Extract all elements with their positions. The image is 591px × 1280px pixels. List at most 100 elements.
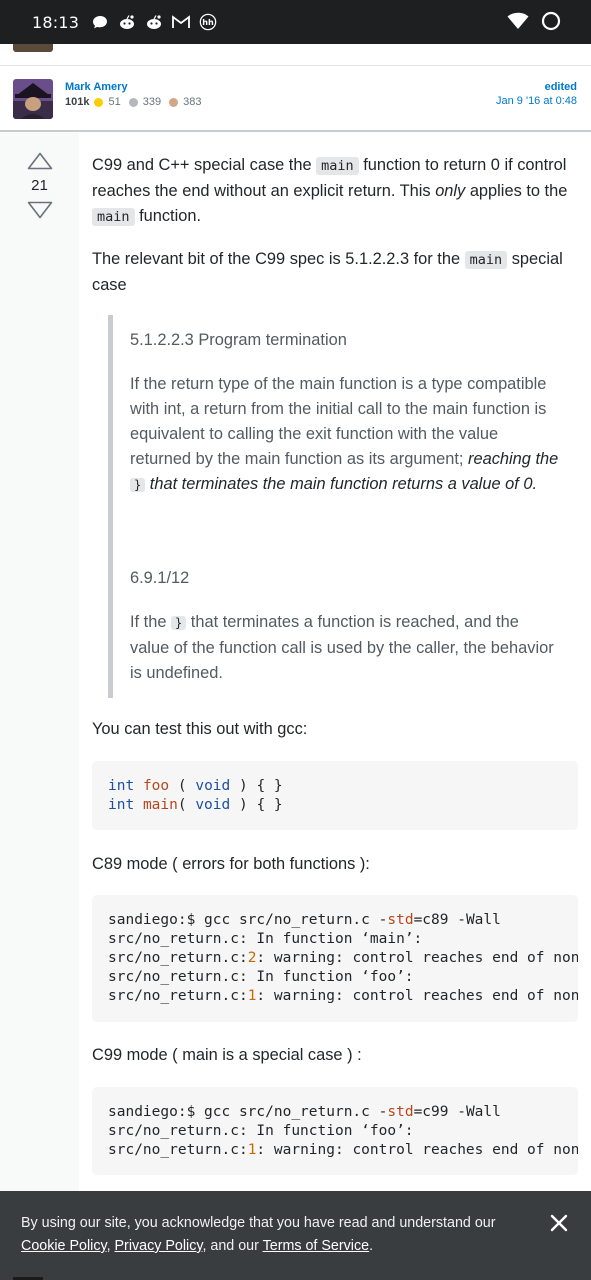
text: applies to the: [465, 182, 568, 200]
code-token: : warning: control reaches end of non: [256, 1142, 578, 1158]
text: ,: [106, 1238, 115, 1254]
text: C99 and C++ special case the: [92, 156, 317, 174]
downvote-button[interactable]: [27, 201, 53, 221]
hh-label: hh: [202, 17, 214, 27]
code-token: void: [195, 778, 231, 794]
answer-post: 21 C99 and C++ special case the main fun…: [0, 133, 591, 1193]
code-token: src/no_return.c:: [108, 950, 248, 966]
inline-code: }: [130, 478, 146, 492]
reputation-score: 101k: [65, 96, 90, 108]
code-token: sandiego:$ gcc src/no_return.c -: [108, 1104, 388, 1120]
quote-heading: 5.1.2.2.3 Program termination: [130, 331, 347, 349]
reddit-icon: [118, 13, 136, 31]
code-token: src/no_return.c:: [108, 1142, 248, 1158]
vote-column: 21: [0, 133, 79, 1193]
code-token: std: [387, 1104, 414, 1120]
code-line: src/no_return.c: In function ‘foo’:: [108, 1123, 414, 1139]
loading-ring-icon: [541, 11, 561, 31]
code-token: int: [108, 797, 135, 813]
quote-paragraph: If the return type of the main function …: [130, 372, 560, 498]
hh-icon: hh: [199, 13, 217, 31]
quote-heading: 6.9.1/12: [130, 569, 190, 587]
bronze-badges: 383: [169, 96, 201, 108]
spec-blockquote: 5.1.2.2.3 Program termination If the ret…: [108, 315, 568, 698]
bronze-badge-count: 383: [183, 96, 202, 108]
status-time: 18:13: [32, 12, 80, 32]
silver-badges: 339: [128, 96, 162, 108]
gold-badges: 51: [94, 96, 121, 108]
cookie-consent-banner: By using our site, you acknowledge that …: [0, 1191, 591, 1280]
quote-paragraph: If the } that terminates a function is r…: [130, 610, 560, 686]
code-token: sandiego:$ gcc src/no_return.c -: [108, 912, 388, 928]
code-token: =c89 -Wall: [413, 912, 501, 928]
wifi-icon: [507, 12, 529, 30]
text: The relevant bit of the C99 spec is 5.1.…: [92, 250, 465, 268]
inline-code: main: [92, 208, 135, 226]
code-block[interactable]: sandiego:$ gcc src/no_return.c -std=c99 …: [92, 1087, 578, 1175]
close-icon: [550, 1214, 568, 1232]
edited-label[interactable]: edited: [496, 81, 577, 93]
post-body: C99 and C++ special case the main functi…: [79, 133, 591, 1193]
emphasis-text: that terminates the main function return…: [145, 475, 538, 493]
downvote-arrow-icon: [27, 201, 53, 219]
cookie-policy-link[interactable]: Cookie Policy: [21, 1238, 107, 1254]
code-token: (: [177, 797, 196, 813]
text: function.: [134, 207, 202, 225]
upvote-button[interactable]: [27, 152, 53, 172]
post-user-card: Mark Amery 101k 51 339 383 edited Jan 9 …: [0, 66, 591, 132]
silver-badge-count: 339: [142, 96, 162, 108]
paragraph: You can test this out with gcc:: [92, 720, 308, 738]
status-bar: 18:13 hh: [0, 0, 591, 44]
code-token: ) { }: [230, 797, 283, 813]
text: By using our site, you acknowledge that …: [21, 1215, 496, 1231]
code-token: (: [169, 778, 196, 794]
edited-timestamp[interactable]: Jan 9 '16 at 0:48: [496, 95, 577, 107]
text: returned by the main function as its arg…: [130, 450, 469, 468]
code-token: =c99 -Wall: [413, 1104, 501, 1120]
code-token: ) { }: [230, 778, 283, 794]
inline-code: main: [464, 251, 508, 269]
inline-code: main: [316, 157, 359, 175]
code-token: : warning: control reaches end of non: [256, 988, 578, 1004]
emphasis-text: only: [435, 182, 466, 200]
chat-bubble-icon: [91, 13, 109, 31]
code-token: std: [387, 912, 414, 928]
edited-info[interactable]: edited Jan 9 '16 at 0:48: [496, 81, 577, 107]
text: If the: [130, 613, 172, 631]
code-token: main: [142, 797, 178, 813]
code-block[interactable]: sandiego:$ gcc src/no_return.c -std=c89 …: [92, 895, 578, 1022]
paragraph: C99 mode ( main is a special case ) :: [92, 1046, 362, 1064]
close-banner-button[interactable]: [549, 1213, 569, 1233]
code-line: src/no_return.c: In function ‘foo’:: [108, 969, 414, 985]
text: If the return type of the main function …: [130, 375, 547, 443]
paragraph: C89 mode ( errors for both functions ):: [92, 855, 370, 873]
upvote-arrow-icon: [27, 152, 53, 170]
avatar[interactable]: [13, 44, 53, 52]
paragraph: The relevant bit of the C99 spec is 5.1.…: [92, 247, 582, 298]
emphasis-text: reaching the: [468, 450, 559, 468]
gmail-icon: [172, 13, 191, 31]
gold-badge-icon: [94, 97, 104, 107]
previous-post-card: [0, 44, 591, 66]
cookie-text: By using our site, you acknowledge that …: [21, 1212, 521, 1258]
inline-code: }: [171, 616, 187, 630]
silver-badge-icon: [128, 97, 138, 107]
terms-of-service-link[interactable]: Terms of Service: [263, 1238, 369, 1254]
text: , and our: [202, 1238, 263, 1254]
privacy-policy-link[interactable]: Privacy Policy: [115, 1238, 203, 1254]
code-block[interactable]: int foo ( void ) { } int main( void ) { …: [92, 761, 578, 830]
code-token: foo: [142, 778, 170, 794]
code-token: src/no_return.c:: [108, 988, 248, 1004]
code-token: void: [195, 797, 231, 813]
gold-badge-count: 51: [108, 96, 121, 108]
reputation-row: 101k 51 339 383: [65, 96, 209, 108]
text: that terminates a function is reached, a…: [130, 613, 554, 682]
code-token: : warning: control reaches end of non: [256, 950, 578, 966]
avatar[interactable]: [13, 79, 53, 119]
user-name-link[interactable]: Mark Amery: [65, 81, 128, 93]
paragraph: C99 and C++ special case the main functi…: [92, 153, 582, 230]
text: .: [369, 1238, 374, 1254]
code-line: src/no_return.c: In function ‘main’:: [108, 931, 423, 947]
code-token: int: [108, 778, 135, 794]
bronze-badge-icon: [169, 97, 179, 107]
